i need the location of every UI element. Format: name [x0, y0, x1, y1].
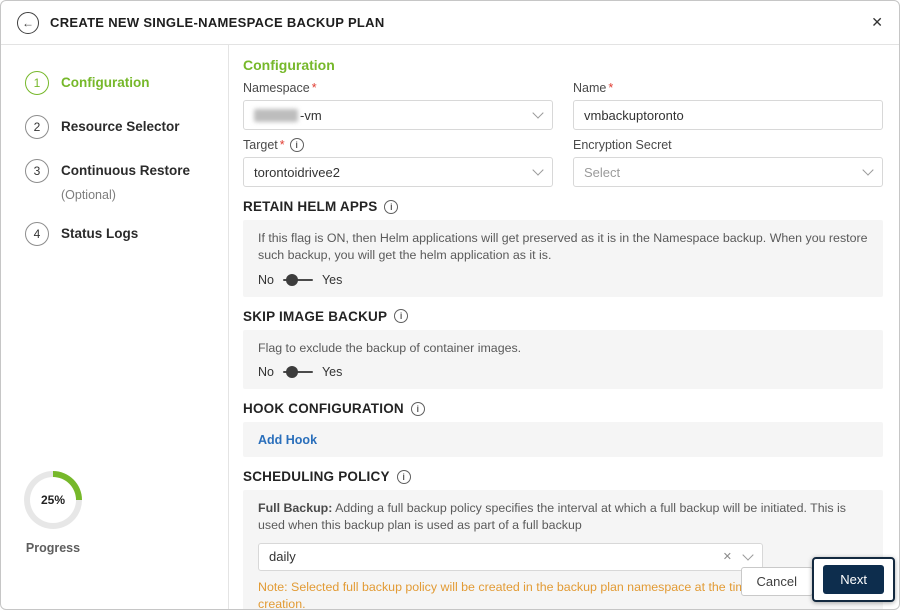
required-marker: *	[608, 81, 614, 95]
required-marker: *	[311, 81, 317, 95]
namespace-value-redacted	[254, 108, 298, 122]
retain-helm-apps-panel: If this flag is ON, then Helm applicatio…	[243, 220, 883, 297]
add-hook-link[interactable]: Add Hook	[258, 433, 317, 447]
info-icon[interactable]: i	[289, 138, 304, 152]
next-button[interactable]: Next	[823, 565, 884, 594]
step-label: Configuration	[61, 75, 150, 90]
required-marker: *	[279, 138, 285, 152]
step-label: Continuous Restore	[61, 163, 191, 178]
cancel-button[interactable]: Cancel	[740, 567, 813, 596]
info-icon[interactable]: i	[410, 401, 425, 416]
info-icon[interactable]: i	[384, 199, 399, 214]
step-configuration[interactable]: 1 Configuration	[25, 71, 218, 95]
hook-configuration-panel: Add Hook	[243, 422, 883, 458]
select-placeholder: Select	[584, 164, 621, 180]
policy-value: daily	[269, 549, 296, 565]
section-title-text: SKIP IMAGE BACKUP	[243, 308, 388, 324]
label-text: Namespace	[243, 81, 310, 95]
namespace-field: Namespace * -vm	[243, 81, 553, 130]
step-resource-selector[interactable]: 2 Resource Selector	[25, 115, 218, 139]
info-icon[interactable]: i	[394, 309, 409, 324]
label-text: Name	[573, 81, 607, 95]
steps-sidebar: 1 Configuration 2 Resource Selector 3 Co…	[1, 45, 229, 609]
info-icon[interactable]: i	[396, 469, 411, 484]
hook-configuration-title: HOOK CONFIGURATION i	[243, 401, 883, 416]
close-icon[interactable]: ✕	[871, 14, 883, 31]
create-backup-plan-dialog: ← CREATE NEW SINGLE-NAMESPACE BACKUP PLA…	[0, 0, 900, 610]
section-title-text: HOOK CONFIGURATION	[243, 401, 404, 417]
label-text: Encryption Secret	[573, 138, 672, 152]
namespace-label: Namespace *	[243, 81, 553, 95]
target-label: Target * i	[243, 138, 553, 152]
step-number: 2	[25, 115, 49, 139]
skip-image-toggle[interactable]	[282, 365, 313, 379]
target-select[interactable]: torontoidrivee2	[243, 157, 553, 187]
toggle-no-label: No	[258, 272, 274, 287]
progress-label: Progress	[25, 541, 81, 555]
scheduling-description: Full Backup: Adding a full backup policy…	[258, 500, 868, 535]
chevron-down-icon	[532, 107, 544, 119]
namespace-value-suffix: -vm	[300, 107, 322, 123]
toggle-yes-label: Yes	[321, 272, 343, 287]
step-label: Resource Selector	[61, 119, 180, 134]
form-heading: Configuration	[243, 57, 335, 73]
section-title-text: RETAIN HELM APPS	[243, 199, 378, 214]
clear-icon[interactable]: ✕	[723, 550, 732, 563]
skip-image-description: Flag to exclude the backup of container …	[258, 340, 522, 355]
toggle-knob	[285, 273, 298, 286]
retain-helm-description: If this flag is ON, then Helm applicatio…	[258, 231, 868, 263]
retain-helm-toggle-row: No Yes	[258, 273, 868, 287]
scheduling-policy-title: SCHEDULING POLICY i	[243, 469, 883, 484]
name-input[interactable]	[573, 100, 883, 130]
toggle-yes-label: Yes	[321, 365, 343, 380]
progress-ring: 25%	[24, 471, 82, 529]
toggle-no-label: No	[258, 365, 274, 380]
step-continuous-restore[interactable]: 3 Continuous Restore (Optional)	[25, 159, 218, 202]
encryption-secret-select[interactable]: Select	[573, 157, 883, 187]
skip-image-toggle-row: No Yes	[258, 365, 868, 379]
encryption-secret-label: Encryption Secret	[573, 138, 883, 152]
encryption-secret-field: Encryption Secret Select	[573, 138, 883, 187]
dialog-title: CREATE NEW SINGLE-NAMESPACE BACKUP PLAN	[50, 15, 385, 30]
name-field: Name *	[573, 81, 883, 130]
step-number: 3	[25, 159, 49, 183]
step-sublabel: (Optional)	[61, 188, 116, 202]
chevron-down-icon	[742, 549, 754, 561]
retain-helm-toggle[interactable]	[282, 273, 313, 287]
full-backup-policy-select[interactable]: daily ✕	[258, 542, 763, 571]
target-field: Target * i torontoidrivee2	[243, 138, 553, 187]
progress-percent: 25%	[40, 493, 66, 507]
label-text: Target	[243, 138, 278, 152]
skip-image-backup-title: SKIP IMAGE BACKUP i	[243, 309, 883, 324]
dialog-header: ← CREATE NEW SINGLE-NAMESPACE BACKUP PLA…	[1, 1, 899, 45]
skip-image-backup-panel: Flag to exclude the backup of container …	[243, 329, 883, 390]
chevron-down-icon	[862, 164, 874, 176]
form-content: Configuration Namespace * -vm Name * vmb…	[229, 45, 899, 609]
target-value: torontoidrivee2	[254, 164, 340, 180]
name-label: Name *	[573, 81, 883, 95]
next-button-highlight-box: Next	[812, 557, 895, 602]
toggle-knob	[285, 366, 298, 379]
step-number: 4	[25, 222, 49, 246]
back-icon[interactable]: ←	[17, 11, 39, 34]
section-title-text: SCHEDULING POLICY	[243, 469, 390, 485]
step-label: Status Logs	[61, 226, 139, 241]
chevron-down-icon	[532, 164, 544, 176]
step-number: 1	[25, 71, 49, 95]
full-backup-lead: Full Backup:	[258, 501, 333, 516]
step-status-logs[interactable]: 4 Status Logs	[25, 222, 218, 246]
progress-indicator: 25% Progress	[23, 471, 83, 555]
namespace-select[interactable]: -vm	[243, 100, 553, 130]
full-backup-description: Adding a full backup policy specifies th…	[258, 501, 846, 533]
retain-helm-apps-title: RETAIN HELM APPS i	[243, 199, 883, 214]
